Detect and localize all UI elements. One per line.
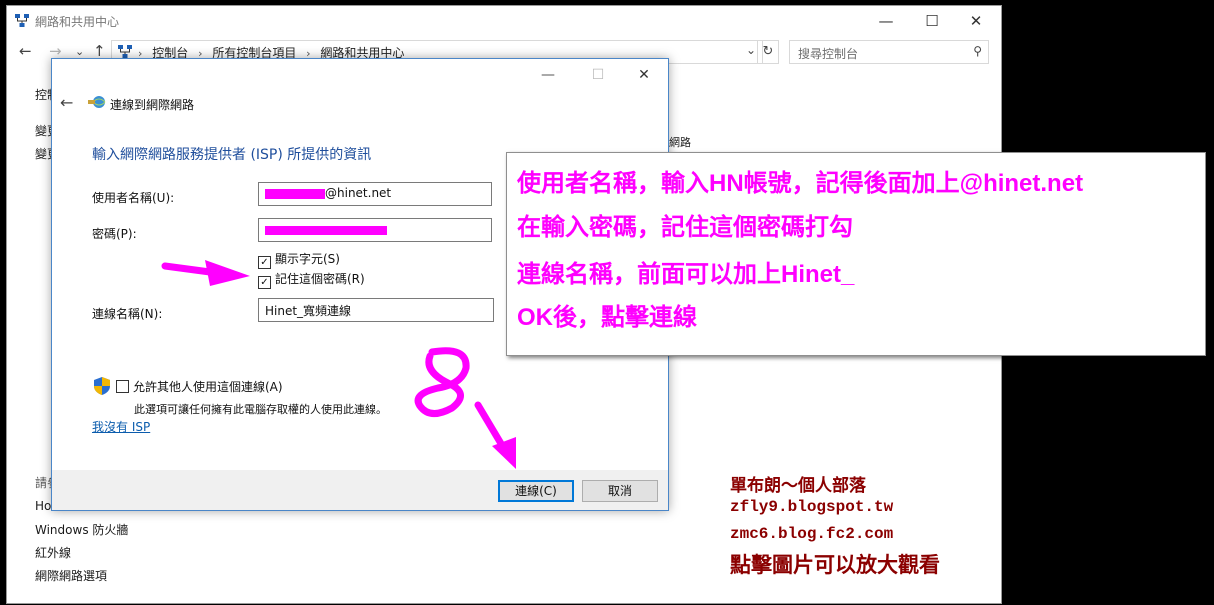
pointer-arrow-head-icon (205, 260, 250, 286)
callout-line-username: 使用者名稱，輸入HN帳號，記得後面加上@hinet.net (517, 170, 1084, 197)
callout-line-password: 在輸入密碼，記住這個密碼打勾 (517, 214, 853, 241)
blog-url-2: zmc6.blog.fc2.com (730, 525, 894, 543)
blog-author: 單布朗～個人部落 (730, 476, 866, 496)
instruction-callout: 使用者名稱，輸入HN帳號，記得後面加上@hinet.net 在輸入密碼，記住這個… (506, 152, 1206, 356)
callout-line-connect: OK後，點擊連線 (517, 304, 697, 331)
zoom-hint: 點擊圖片可以放大觀看 (730, 552, 940, 577)
hand-drawn-8-icon (414, 347, 470, 417)
pointer-arrow-icon (161, 262, 214, 276)
blog-url-1: zfly9.blogspot.tw (730, 498, 894, 516)
down-arrow-head-icon (492, 437, 516, 469)
callout-line-connection-name: 連線名稱，前面可以加上Hinet_ (517, 261, 855, 288)
